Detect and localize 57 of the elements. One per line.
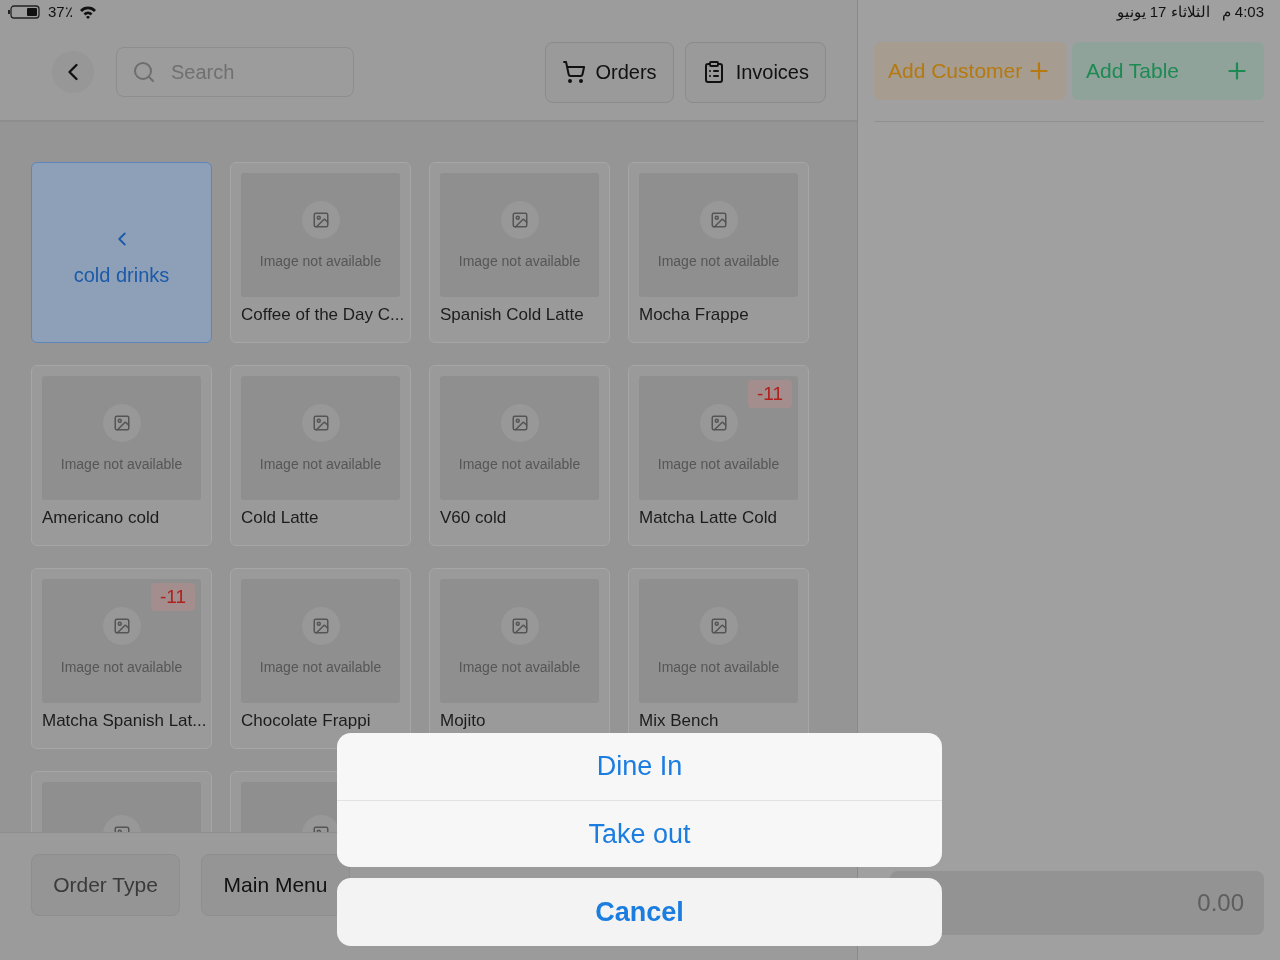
product-name: Mojito	[440, 711, 487, 730]
image-icon	[102, 607, 141, 645]
image-placeholder-text: Image not available	[259, 253, 382, 269]
orders-button[interactable]: Orders	[544, 41, 674, 103]
image-icon	[699, 607, 738, 645]
image-placeholder-text: Image not available	[259, 456, 382, 472]
image-icon	[500, 201, 539, 239]
product-name: V60 cold	[440, 508, 508, 527]
footer-button[interactable]: Order Type	[31, 854, 180, 916]
product-card[interactable]: Image not available Spanish Cold Latte	[429, 162, 610, 343]
image-icon	[500, 607, 539, 645]
image-icon	[699, 201, 738, 239]
image-placeholder-text: Image not available	[458, 456, 581, 472]
image-icon	[301, 201, 340, 239]
product-card[interactable]: Image not available Americano cold	[31, 365, 212, 546]
product-card[interactable]: Image not available -11 Matcha Spanish Lat...	[31, 568, 212, 749]
image-icon	[102, 404, 141, 442]
product-card[interactable]: Image not available V60 cold	[429, 365, 610, 546]
product-name: Americano cold	[42, 508, 161, 527]
product-name: Mocha Frappe	[639, 305, 750, 324]
image-placeholder-text: Image not available	[60, 659, 183, 675]
sheet-option[interactable]: Take out	[337, 800, 942, 867]
product-name: Spanish Cold Latte	[440, 305, 585, 324]
battery-percent: 37٪	[48, 3, 73, 21]
product-card[interactable]: Image not available Coffee of the Day C...	[230, 162, 411, 343]
cancel-button[interactable]: Cancel	[337, 878, 942, 946]
product-name: Chocolate Frappi	[241, 711, 372, 730]
image-placeholder-text: Image not available	[657, 253, 780, 269]
category-label: cold drinks	[73, 264, 170, 287]
discount-badge: -11	[747, 380, 792, 408]
image-placeholder-text: Image not available	[657, 659, 780, 675]
image-icon	[500, 404, 539, 442]
image-placeholder-text: Image not available	[657, 456, 780, 472]
image-icon	[301, 607, 340, 645]
search-icon	[132, 60, 156, 84]
invoices-button[interactable]: Invoices	[684, 41, 826, 103]
image-icon	[699, 404, 738, 442]
product-name: Matcha Latte Cold	[639, 508, 778, 527]
footer-button[interactable]: Main Menu	[201, 854, 350, 916]
product-card[interactable]: Image not available Cold Latte	[230, 365, 411, 546]
product-name: Mix Bench	[639, 711, 720, 730]
image-placeholder-text: Image not available	[458, 659, 581, 675]
image-placeholder-text: Image not available	[259, 659, 382, 675]
product-card[interactable]: Image not available Mocha Frappe	[628, 162, 809, 343]
image-placeholder-text: Image not available	[60, 456, 183, 472]
cart-icon	[561, 60, 586, 84]
discount-badge: -11	[150, 583, 195, 611]
back-button[interactable]	[52, 51, 94, 93]
product-name: Cold Latte	[241, 508, 320, 527]
status-time: 4:03 م	[1221, 3, 1264, 21]
product-card[interactable]: Image not available -11 Matcha Latte Cold	[628, 365, 809, 546]
image-icon	[301, 404, 340, 442]
product-card[interactable]: Image not available Chocolate Frappi	[230, 568, 411, 749]
image-placeholder-text: Image not available	[458, 253, 581, 269]
wifi-icon	[78, 5, 97, 19]
status-date: الثلاثاء 17 يونيو	[1116, 3, 1210, 21]
battery-icon	[8, 5, 42, 19]
